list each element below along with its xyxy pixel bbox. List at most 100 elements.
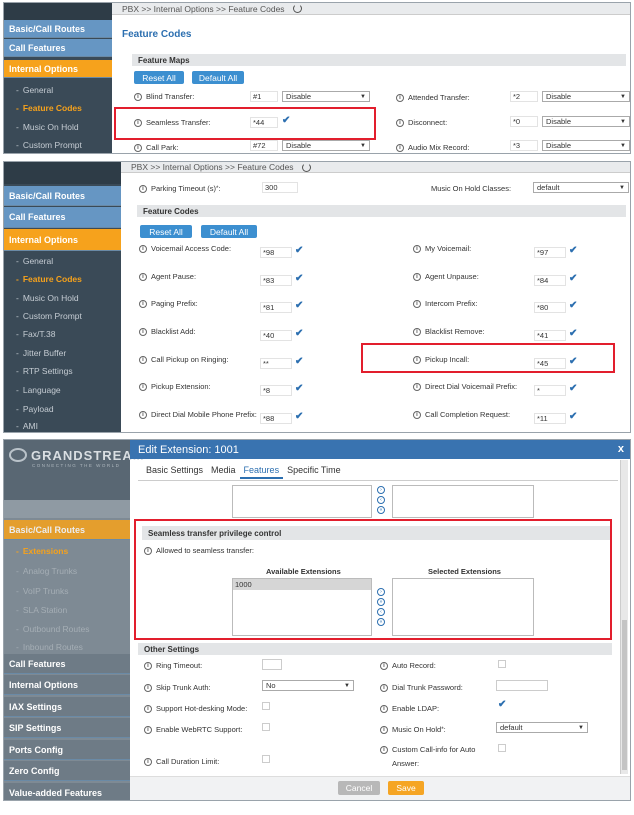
dial-trunk-password-input[interactable] xyxy=(496,680,548,691)
upper-selected-list[interactable] xyxy=(392,485,534,518)
feature-code-input[interactable]: *8 xyxy=(260,385,292,396)
sidebar-sub-voip-trunks[interactable]: - VoIP Trunks xyxy=(4,584,130,598)
sidebar-sub-analog-trunks[interactable]: - Analog Trunks xyxy=(4,564,130,578)
sidebar-item-call-features[interactable]: Call Features xyxy=(4,207,121,228)
sidebar-sub-ami[interactable]: - AMI xyxy=(4,419,121,432)
enable-checkbox[interactable]: ✔ xyxy=(295,300,303,311)
feature-code-input[interactable]: *97 xyxy=(534,247,566,258)
sidebar-sub-custom-prompt[interactable]: - Custom Prompt xyxy=(4,309,121,323)
feature-code-input[interactable]: *83 xyxy=(260,275,292,286)
sidebar-sub-general[interactable]: - General xyxy=(4,254,121,268)
sidebar-sub-inbound-routes[interactable]: - Inbound Routes xyxy=(4,640,130,654)
save-button[interactable]: Save xyxy=(388,781,424,795)
sidebar-sub-payload[interactable]: - Payload xyxy=(4,402,121,416)
tab-features[interactable]: Features xyxy=(239,465,284,479)
close-icon[interactable]: x xyxy=(618,443,624,455)
feature-code-input[interactable]: *84 xyxy=(534,275,566,286)
audio-mix-record-select[interactable]: Disable ▼ xyxy=(542,140,630,151)
sidebar-sub-fax[interactable]: - Fax/T.38 xyxy=(4,327,121,341)
refresh-icon[interactable] xyxy=(301,162,311,172)
tab-basic-settings[interactable]: Basic Settings xyxy=(142,465,207,479)
feature-code-input[interactable]: *11 xyxy=(534,413,566,424)
feature-code-input[interactable]: *80 xyxy=(534,302,566,313)
sidebar-sub-general[interactable]: - General xyxy=(4,83,112,97)
enable-checkbox[interactable]: ✔ xyxy=(569,383,577,394)
sidebar-item-basic-call-routes[interactable]: Basic/Call Routes xyxy=(4,20,112,38)
custom-callinfo-checkbox[interactable] xyxy=(498,744,506,752)
sidebar-item-call-features[interactable]: Call Features xyxy=(4,39,112,57)
sidebar-item-basic-call-routes[interactable]: Basic/Call Routes xyxy=(4,520,130,540)
sidebar-sub-music-on-hold[interactable]: - Music On Hold xyxy=(4,120,112,134)
scroll-thumb[interactable] xyxy=(622,620,627,770)
refresh-icon[interactable] xyxy=(292,4,302,13)
attended-transfer-select[interactable]: Disable ▼ xyxy=(542,91,630,102)
sidebar-item-zero-config[interactable]: Zero Config xyxy=(4,761,130,781)
enable-checkbox[interactable]: ✔ xyxy=(569,328,577,339)
sidebar-sub-extensions[interactable]: - Extensions xyxy=(4,544,130,558)
ring-timeout-input[interactable] xyxy=(262,659,282,670)
sidebar-item-call-features[interactable]: Call Features xyxy=(4,654,130,674)
attended-transfer-code[interactable]: *2 xyxy=(510,91,538,102)
sidebar-item-internal-options[interactable]: Internal Options xyxy=(4,675,130,695)
sidebar-item-basic-call-routes[interactable]: Basic/Call Routes xyxy=(4,186,121,206)
hot-desking-checkbox[interactable] xyxy=(262,702,270,710)
music-on-hold-select[interactable]: default ▼ xyxy=(496,722,588,733)
move-right-icon[interactable]: › xyxy=(377,486,385,494)
disconnect-select[interactable]: Disable ▼ xyxy=(542,116,630,127)
enable-checkbox[interactable]: ✔ xyxy=(295,273,303,284)
cancel-button[interactable]: Cancel xyxy=(338,781,380,795)
call-park-select[interactable]: Disable ▼ xyxy=(282,140,370,151)
sidebar-sub-jitter-buffer[interactable]: - Jitter Buffer xyxy=(4,346,121,360)
sidebar-sub-feature-codes[interactable]: - Feature Codes xyxy=(4,272,121,286)
webrtc-checkbox[interactable] xyxy=(262,723,270,731)
feature-code-input[interactable]: *41 xyxy=(534,330,566,341)
enable-checkbox[interactable]: ✔ xyxy=(295,411,303,422)
disconnect-code[interactable]: *0 xyxy=(510,116,538,127)
enable-checkbox[interactable]: ✔ xyxy=(295,356,303,367)
enable-checkbox[interactable]: ✔ xyxy=(569,411,577,422)
enable-checkbox[interactable]: ✔ xyxy=(569,245,577,256)
sidebar-item-internal-options[interactable]: Internal Options xyxy=(4,229,121,251)
sidebar-item-internal-options[interactable]: Internal Options xyxy=(4,60,112,78)
call-park-code[interactable]: #72 xyxy=(250,140,278,151)
feature-code-input[interactable]: ** xyxy=(260,358,292,369)
audio-mix-record-code[interactable]: *3 xyxy=(510,140,538,151)
sidebar-sub-outbound-routes[interactable]: - Outbound Routes xyxy=(4,622,130,636)
call-duration-limit-checkbox[interactable] xyxy=(262,755,270,763)
default-all-button[interactable]: Default All xyxy=(192,71,244,84)
sidebar-sub-rtp-settings[interactable]: - RTP Settings xyxy=(4,364,121,378)
feature-code-input[interactable]: *88 xyxy=(260,413,292,424)
sidebar-sub-language[interactable]: - Language xyxy=(4,383,121,397)
enable-checkbox[interactable]: ✔ xyxy=(295,328,303,339)
sidebar-item-value-added-features[interactable]: Value-added Features xyxy=(4,783,130,800)
feature-code-input[interactable]: * xyxy=(534,385,566,396)
upper-available-list[interactable] xyxy=(232,485,372,518)
skip-trunk-auth-select[interactable]: No ▼ xyxy=(262,680,354,691)
feature-code-input[interactable]: *81 xyxy=(260,302,292,313)
enable-checkbox[interactable]: ✔ xyxy=(295,383,303,394)
reset-all-button[interactable]: Reset All xyxy=(140,225,192,238)
tab-media[interactable]: Media xyxy=(207,465,240,479)
scrollbar[interactable] xyxy=(620,460,628,774)
enable-checkbox[interactable]: ✔ xyxy=(569,273,577,284)
blind-transfer-select[interactable]: Disable ▼ xyxy=(282,91,370,102)
blind-transfer-code[interactable]: #1 xyxy=(250,91,278,102)
moh-classes-select[interactable]: default ▼ xyxy=(533,182,629,193)
reset-all-button[interactable]: Reset All xyxy=(134,71,184,84)
parking-timeout-input[interactable]: 300 xyxy=(262,182,298,193)
default-all-button[interactable]: Default All xyxy=(201,225,257,238)
enable-checkbox[interactable]: ✔ xyxy=(569,300,577,311)
sidebar-item-iax-settings[interactable]: IAX Settings xyxy=(4,697,130,717)
sidebar-sub-custom-prompt[interactable]: - Custom Prompt xyxy=(4,138,112,152)
feature-code-input[interactable]: *98 xyxy=(260,247,292,258)
move-left-icon[interactable]: ‹ xyxy=(377,496,385,504)
sidebar-sub-sla-station[interactable]: - SLA Station xyxy=(4,603,130,617)
enable-checkbox[interactable]: ✔ xyxy=(295,245,303,256)
sidebar-item-sip-settings[interactable]: SIP Settings xyxy=(4,718,130,738)
sidebar-item-ports-config[interactable]: Ports Config xyxy=(4,740,130,760)
tab-specific-time[interactable]: Specific Time xyxy=(283,465,345,479)
sidebar-sub-feature-codes[interactable]: - Feature Codes xyxy=(4,101,112,115)
sidebar-sub-music-on-hold[interactable]: - Music On Hold xyxy=(4,291,121,305)
feature-code-input[interactable]: *40 xyxy=(260,330,292,341)
auto-record-checkbox[interactable] xyxy=(498,660,506,668)
